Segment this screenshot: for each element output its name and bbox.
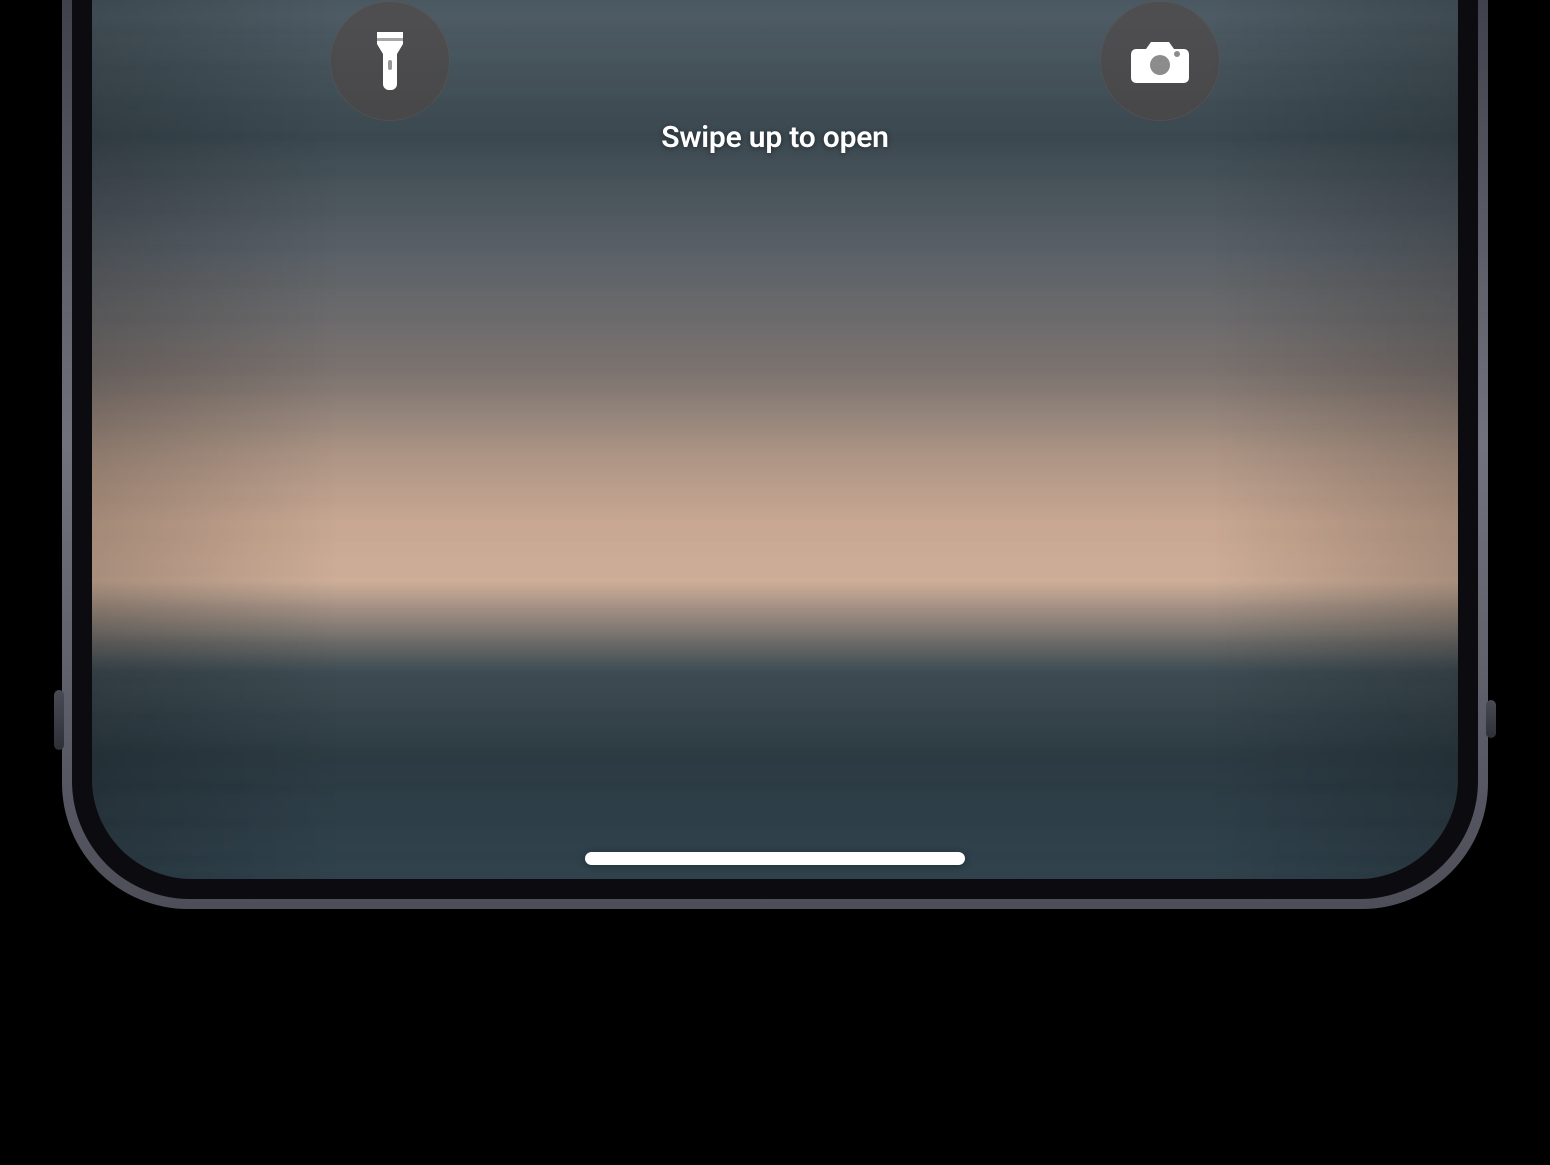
- device-side-button-left: [54, 690, 64, 750]
- lock-screen: austerity sternness of manner Search: [92, 0, 1458, 879]
- home-indicator[interactable]: [585, 852, 965, 865]
- swipe-up-hint: Swipe up to open: [92, 120, 1458, 155]
- camera-icon: [1130, 37, 1190, 85]
- flashlight-icon: [367, 28, 413, 94]
- camera-button[interactable]: [1100, 1, 1220, 121]
- flashlight-button[interactable]: [330, 1, 450, 121]
- device-frame: austerity sternness of manner Search: [0, 0, 1550, 1165]
- device-side-button-right: [1486, 700, 1496, 738]
